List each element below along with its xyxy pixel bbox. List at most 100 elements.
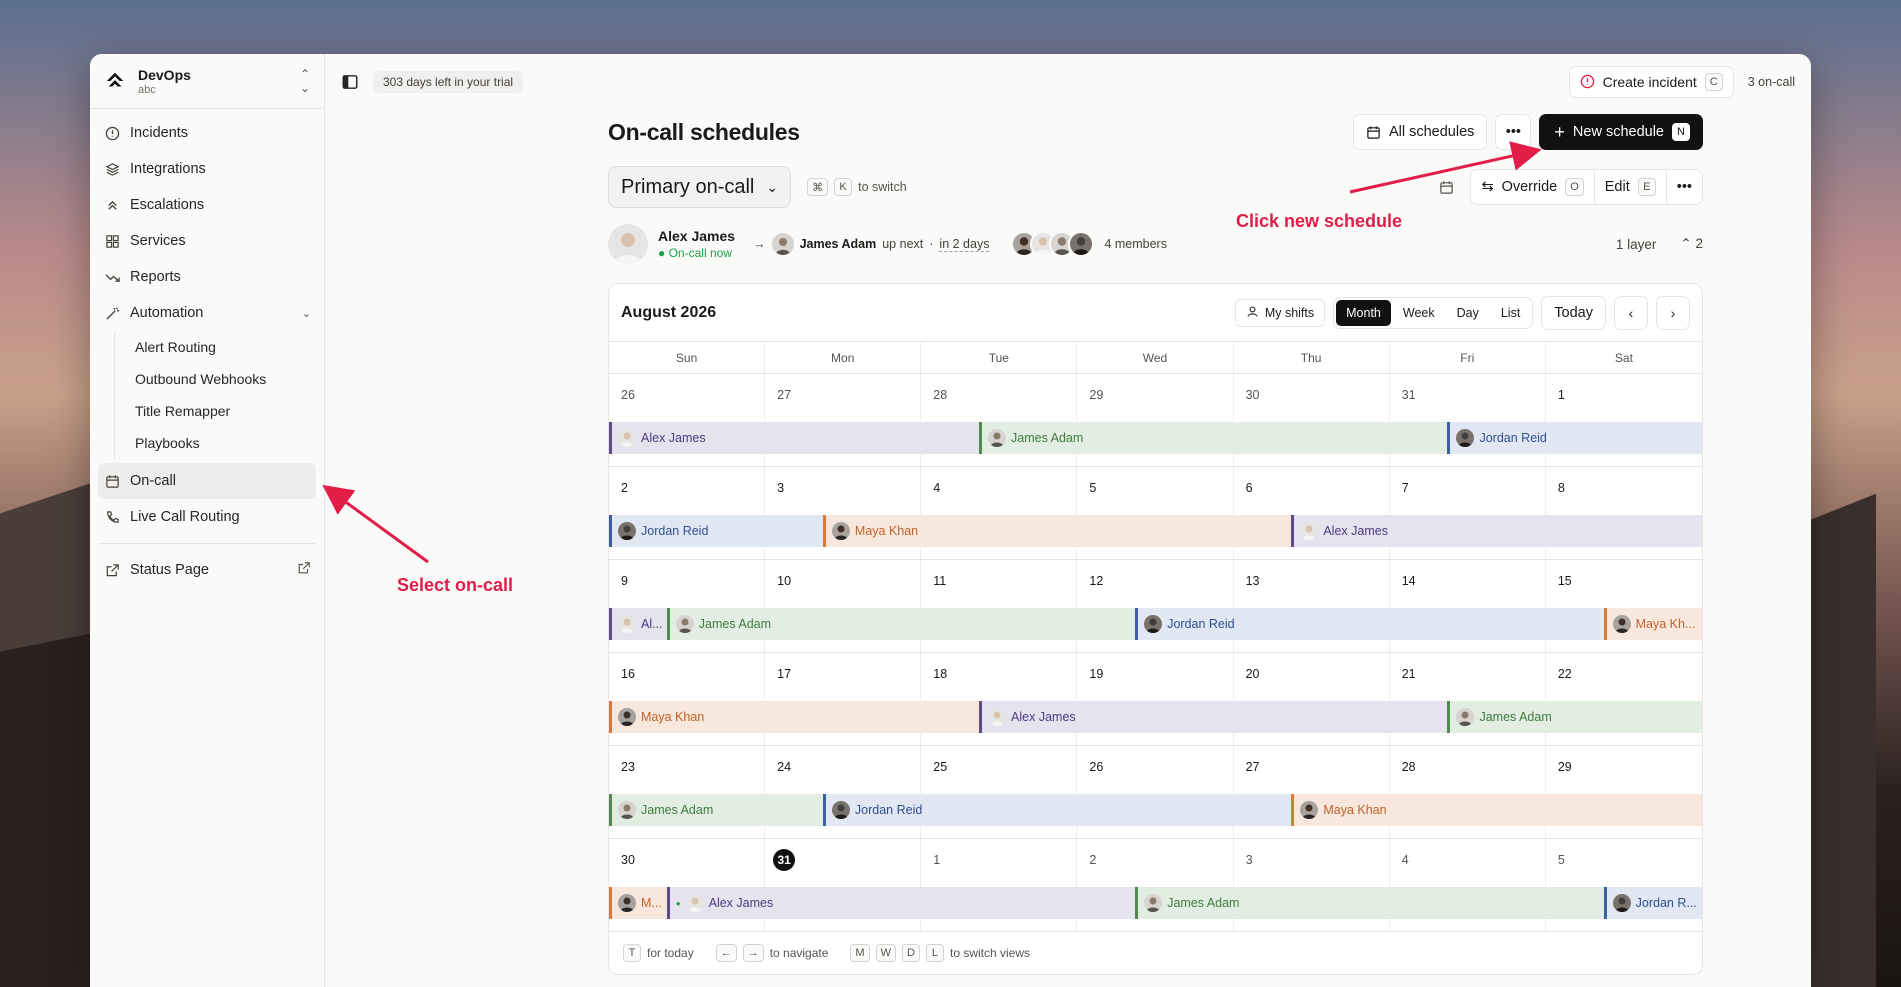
- shift-bar-alex[interactable]: Alex James: [979, 701, 1448, 733]
- oncall-count[interactable]: 3 on-call: [1748, 75, 1795, 89]
- override-label: Override: [1501, 179, 1558, 195]
- calendar-grid: 26 27 28 29 30 31 1 Alex James James Adam Jordan …: [609, 374, 1702, 932]
- layers-count[interactable]: 1 layer: [1616, 237, 1657, 252]
- alert-circle-icon: [1580, 74, 1594, 89]
- today-button[interactable]: Today: [1541, 295, 1606, 330]
- sidebar-item-oncall[interactable]: On-call: [98, 463, 316, 499]
- sidebar-item-incidents[interactable]: Incidents: [98, 115, 316, 151]
- new-schedule-button[interactable]: + New schedule N: [1539, 114, 1703, 150]
- sidebar-item-alert-routing[interactable]: Alert Routing: [115, 331, 316, 363]
- next-month-button[interactable]: ›: [1656, 295, 1690, 330]
- day-number: 11: [933, 574, 947, 588]
- current-oncall[interactable]: Alex James ● On-call now: [608, 224, 735, 264]
- avatar: [988, 708, 1007, 726]
- members-summary[interactable]: 4 members: [1011, 231, 1167, 257]
- sidebar-item-outbound-webhooks[interactable]: Outbound Webhooks: [115, 363, 316, 395]
- shortcut-key: E: [1637, 178, 1656, 196]
- sidebar-item-escalations[interactable]: Escalations: [98, 187, 316, 223]
- view-switcher: Month Week Day List: [1333, 296, 1534, 329]
- shift-bar-james[interactable]: James Adam: [1447, 701, 1702, 733]
- shift-bar-james[interactable]: James Adam: [609, 794, 823, 826]
- day-number: 30: [1245, 388, 1260, 402]
- shift-bar-maya[interactable]: Maya Kh...: [1603, 608, 1702, 640]
- sidebar-item-label: Services: [130, 233, 186, 249]
- escalation-indicator[interactable]: ⌃ 2: [1680, 236, 1703, 252]
- shift-bar-jordan[interactable]: Jordan Reid: [1135, 608, 1604, 640]
- shortcut-key: W: [875, 944, 896, 962]
- shift-label: James Adam: [1479, 710, 1552, 724]
- shift-label: Alex James: [708, 896, 774, 910]
- shift-bar-maya[interactable]: Maya Khan: [609, 701, 980, 733]
- shift-bar-maya[interactable]: Maya Khan: [822, 515, 1292, 547]
- app-window: DevOps abc ⌃ ⌄ Incidents Integrations Esc…: [90, 54, 1811, 987]
- sidebar-item-label: Live Call Routing: [130, 509, 240, 525]
- schedule-selector[interactable]: Primary on-call ⌄: [608, 166, 792, 208]
- user-icon: [1246, 305, 1259, 321]
- my-shifts-button[interactable]: My shifts: [1234, 298, 1326, 327]
- sidebar-item-services[interactable]: Services: [98, 223, 316, 259]
- calendar-icon: [1367, 125, 1380, 139]
- all-schedules-label: All schedules: [1388, 124, 1475, 140]
- shift-bar-jordan[interactable]: Jordan Reid: [822, 794, 1292, 826]
- avatar: [1144, 894, 1163, 912]
- calendar-header: August 2026 My shifts Month Week Day Lis…: [609, 284, 1702, 342]
- day-number: 27: [1245, 760, 1260, 774]
- sidebar-item-integrations[interactable]: Integrations: [98, 151, 316, 187]
- shift-bar-jordan[interactable]: Jordan R...: [1603, 887, 1702, 919]
- shift-label: Al...: [641, 617, 663, 631]
- shift-bar-maya[interactable]: M...: [609, 887, 667, 919]
- avatar: [618, 894, 636, 912]
- sidebar-item-playbooks[interactable]: Playbooks: [115, 427, 316, 459]
- day-number: 4: [933, 481, 941, 495]
- day-number: 18: [933, 667, 948, 681]
- sidebar-item-reports[interactable]: Reports: [98, 259, 316, 295]
- schedule-more-button[interactable]: •••: [1667, 170, 1702, 204]
- weekday-label: Sun: [609, 342, 766, 373]
- toggle-sidebar-icon[interactable]: [341, 73, 359, 91]
- more-options-button[interactable]: •••: [1495, 114, 1532, 150]
- override-button[interactable]: ⇆ Override O: [1471, 170, 1595, 204]
- shift-bar-jordan[interactable]: Jordan Reid: [1447, 422, 1702, 454]
- sidebar-item-automation[interactable]: Automation ⌄: [98, 295, 316, 331]
- next-oncall-name: James Adam: [799, 237, 877, 251]
- shift-bar-james[interactable]: James Adam: [666, 608, 1136, 640]
- day-number: 4: [1401, 853, 1409, 867]
- day-number: 22: [1557, 667, 1572, 681]
- view-week[interactable]: Week: [1393, 300, 1445, 326]
- escalation-count: 2: [1695, 236, 1703, 251]
- shift-bar-alex[interactable]: ● Alex James: [666, 887, 1136, 919]
- view-day[interactable]: Day: [1447, 300, 1489, 326]
- shift-bar-maya[interactable]: Maya Khan: [1291, 794, 1702, 826]
- day-number: 15: [1557, 574, 1572, 588]
- shortcut-key: ⌘: [807, 178, 829, 196]
- next-oncall[interactable]: → James Adam up next · in 2 days: [753, 233, 990, 255]
- create-incident-button[interactable]: Create incident C: [1568, 65, 1734, 98]
- shift-bar-james[interactable]: James Adam: [1135, 887, 1604, 919]
- shortcut-key: L: [925, 944, 944, 962]
- shortcut-key: C: [1704, 72, 1723, 91]
- view-list[interactable]: List: [1491, 300, 1530, 326]
- sidebar-item-title-remapper[interactable]: Title Remapper: [115, 395, 316, 427]
- shortcut-key: →: [742, 944, 764, 962]
- shift-bar-james[interactable]: James Adam: [979, 422, 1448, 454]
- avatar: [771, 233, 794, 255]
- avatar: [1300, 522, 1319, 540]
- sidebar-item-live-call-routing[interactable]: Live Call Routing: [98, 499, 316, 535]
- shift-label: M...: [641, 896, 662, 910]
- separator-dot: ·: [929, 237, 934, 251]
- shift-bar-jordan[interactable]: Jordan Reid: [609, 515, 823, 547]
- sidebar-item-label: Integrations: [130, 161, 206, 177]
- edit-button[interactable]: Edit E: [1595, 170, 1667, 204]
- all-schedules-button[interactable]: All schedules: [1352, 114, 1488, 150]
- view-month[interactable]: Month: [1336, 299, 1391, 326]
- layers-icon: [103, 160, 121, 178]
- prev-month-button[interactable]: ‹: [1614, 295, 1648, 330]
- day-number: 12: [1089, 574, 1104, 588]
- org-switcher[interactable]: DevOps abc ⌃ ⌄: [90, 54, 324, 109]
- shift-bar-alex[interactable]: Alex James: [609, 422, 980, 454]
- shift-bar-alex[interactable]: Alex James: [1291, 515, 1702, 547]
- sidebar-item-status-page[interactable]: Status Page: [98, 552, 316, 588]
- shift-bar-alex[interactable]: Al...: [609, 608, 667, 640]
- calendar-picker-button[interactable]: [1428, 169, 1464, 205]
- day-number: 21: [1401, 667, 1416, 681]
